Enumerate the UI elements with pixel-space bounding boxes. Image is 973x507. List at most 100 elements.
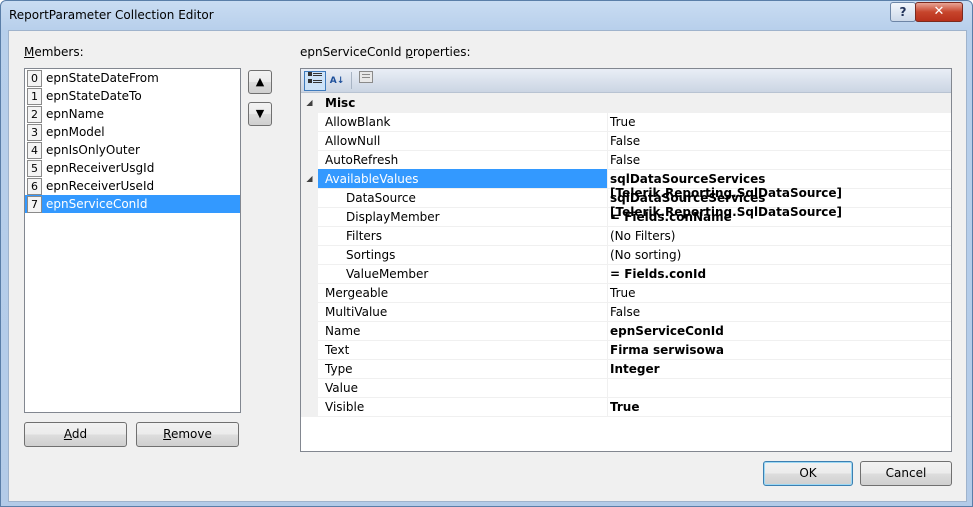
- row-gutter: [301, 302, 318, 321]
- property-row[interactable]: DisplayMember = Fields.conName: [301, 207, 951, 227]
- add-button[interactable]: Add: [24, 422, 127, 447]
- close-icon: ✕: [933, 4, 945, 19]
- property-row[interactable]: AllowNull False: [301, 131, 951, 151]
- column-divider: [607, 264, 608, 283]
- property-row[interactable]: Value: [301, 378, 951, 398]
- property-value[interactable]: epnServiceConId: [610, 324, 724, 338]
- property-grid-toolbar: A↓: [301, 69, 951, 93]
- column-divider: [607, 207, 608, 226]
- property-row[interactable]: AutoRefresh False: [301, 150, 951, 170]
- member-index: 3: [27, 124, 42, 141]
- move-down-button[interactable]: ▼: [248, 102, 272, 126]
- property-value[interactable]: Firma serwisowa: [610, 343, 724, 357]
- member-index: 7: [27, 196, 42, 213]
- member-name: epnStateDateFrom: [46, 71, 159, 85]
- help-icon: ?: [899, 5, 907, 19]
- row-gutter: [301, 150, 318, 169]
- property-name: Visible: [325, 400, 365, 414]
- column-divider: [607, 397, 608, 416]
- property-row[interactable]: Filters (No Filters): [301, 226, 951, 246]
- row-gutter: [301, 245, 318, 264]
- member-item[interactable]: 4 epnIsOnlyOuter: [25, 141, 240, 159]
- property-value[interactable]: False: [610, 305, 640, 319]
- properties-label: epnServiceConId properties:: [300, 45, 471, 59]
- member-name: epnReceiverUsgId: [46, 161, 155, 175]
- property-name: Sortings: [346, 248, 396, 262]
- member-item[interactable]: 6 epnReceiverUseId: [25, 177, 240, 195]
- property-value[interactable]: = Fields.conName: [610, 210, 732, 224]
- property-value[interactable]: (No sorting): [610, 248, 681, 262]
- ok-button[interactable]: OK: [763, 461, 853, 486]
- column-divider: [607, 321, 608, 340]
- window-title: ReportParameter Collection Editor: [9, 8, 214, 22]
- collapse-icon[interactable]: ◢: [301, 169, 318, 188]
- property-row[interactable]: ◢ AvailableValues sqlDataSourceServices [T…: [301, 169, 951, 200]
- move-up-button[interactable]: ▲: [248, 70, 272, 94]
- categorized-icon: [308, 72, 322, 83]
- property-row[interactable]: DataSource sqlDataSourceServices [Telerik…: [301, 188, 951, 219]
- member-item[interactable]: 3 epnModel: [25, 123, 240, 141]
- property-row[interactable]: AllowBlank True: [301, 112, 951, 132]
- property-value[interactable]: (No Filters): [610, 229, 675, 243]
- member-name: epnIsOnlyOuter: [46, 143, 140, 157]
- property-name: AllowNull: [325, 134, 381, 148]
- column-divider: [607, 302, 608, 321]
- member-item[interactable]: 2 epnName: [25, 105, 240, 123]
- row-gutter: [301, 207, 318, 226]
- property-value[interactable]: True: [610, 400, 639, 414]
- property-row[interactable]: Text Firma serwisowa: [301, 340, 951, 360]
- property-value[interactable]: = Fields.conId: [610, 267, 706, 281]
- property-value[interactable]: Integer: [610, 362, 660, 376]
- member-item[interactable]: 0 epnStateDateFrom: [25, 69, 240, 87]
- property-value[interactable]: True: [610, 115, 636, 129]
- property-row[interactable]: Name epnServiceConId: [301, 321, 951, 341]
- row-gutter: [301, 226, 318, 245]
- member-name: epnServiceConId: [46, 197, 148, 211]
- property-pages-icon: [359, 71, 373, 83]
- property-row[interactable]: Mergeable True: [301, 283, 951, 303]
- property-name: Filters: [346, 229, 382, 243]
- property-row[interactable]: Visible True: [301, 397, 951, 417]
- property-pages-button[interactable]: [356, 71, 376, 89]
- property-name: AutoRefresh: [325, 153, 399, 167]
- collapse-icon[interactable]: ◢: [301, 93, 318, 112]
- member-index: 0: [27, 70, 42, 87]
- column-divider: [607, 169, 608, 188]
- alphabetical-button[interactable]: A↓: [327, 71, 347, 89]
- members-list[interactable]: 0 epnStateDateFrom 1 epnStateDateTo 2 epnName…: [24, 68, 241, 413]
- row-gutter: [301, 397, 318, 416]
- row-gutter: [301, 131, 318, 150]
- title-bar: ReportParameter Collection Editor ? ✕: [1, 1, 972, 31]
- row-gutter: [301, 264, 318, 283]
- property-row[interactable]: Type Integer: [301, 359, 951, 379]
- close-button[interactable]: ✕: [915, 2, 963, 22]
- member-name: epnName: [46, 107, 105, 121]
- member-index: 6: [27, 178, 42, 195]
- help-button[interactable]: ?: [890, 2, 916, 22]
- member-item[interactable]: 5 epnReceiverUsgId: [25, 159, 240, 177]
- property-value[interactable]: True: [610, 286, 636, 300]
- property-row[interactable]: MultiValue False: [301, 302, 951, 322]
- remove-button[interactable]: Remove: [136, 422, 239, 447]
- dialog-client-area: Members: 0 epnStateDateFrom 1 epnStateDateT…: [8, 30, 967, 502]
- cancel-button[interactable]: Cancel: [860, 461, 952, 486]
- property-name: AllowBlank: [325, 115, 391, 129]
- member-name: epnStateDateTo: [46, 89, 142, 103]
- member-item[interactable]: 1 epnStateDateTo: [25, 87, 240, 105]
- member-name: epnModel: [46, 125, 105, 139]
- row-gutter: [301, 112, 318, 131]
- property-value[interactable]: False: [610, 153, 640, 167]
- row-gutter: [301, 378, 318, 397]
- column-divider: [607, 188, 608, 207]
- property-row[interactable]: ValueMember = Fields.conId: [301, 264, 951, 284]
- member-item[interactable]: 7 epnServiceConId: [25, 195, 240, 213]
- dialog-window: ReportParameter Collection Editor ? ✕ Me…: [0, 0, 973, 507]
- property-row[interactable]: Sortings (No sorting): [301, 245, 951, 265]
- row-gutter: [301, 340, 318, 359]
- category-row[interactable]: ◢ Misc: [301, 93, 951, 113]
- column-divider: [607, 378, 608, 397]
- column-divider: [607, 226, 608, 245]
- property-name: MultiValue: [325, 305, 388, 319]
- categorized-button[interactable]: [304, 71, 326, 91]
- property-value[interactable]: False: [610, 134, 640, 148]
